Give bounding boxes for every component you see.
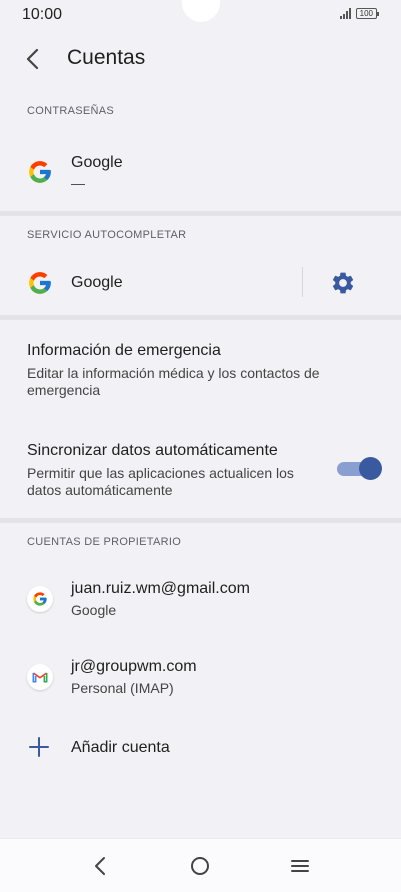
signal-icon bbox=[339, 8, 351, 19]
add-account-row[interactable]: Añadir cuenta bbox=[0, 722, 401, 772]
nav-back-icon bbox=[95, 857, 105, 875]
plus-icon bbox=[29, 737, 49, 757]
emergency-info-title: Información de emergencia bbox=[27, 342, 221, 359]
status-icons: 100 bbox=[339, 8, 380, 19]
section-divider bbox=[0, 518, 401, 523]
camera-notch bbox=[182, 0, 220, 22]
account-type: Google bbox=[71, 602, 117, 618]
nav-home-button[interactable] bbox=[187, 853, 213, 879]
account-email: juan.ruiz.wm@gmail.com bbox=[71, 580, 250, 597]
google-logo-icon bbox=[29, 161, 51, 183]
battery-level: 100 bbox=[359, 9, 373, 18]
gear-icon bbox=[332, 272, 354, 294]
autofill-provider-name: Google bbox=[71, 274, 123, 291]
google-account-icon bbox=[27, 586, 53, 612]
owner-accounts-section-header: CUENTAS DE PROPIETARIO bbox=[27, 536, 182, 548]
status-time: 10:00 bbox=[22, 6, 63, 23]
nav-home-icon bbox=[191, 857, 209, 875]
app-bar: Cuentas bbox=[0, 38, 401, 80]
passwords-provider-name: Google bbox=[71, 154, 123, 171]
account-type: Personal (IMAP) bbox=[71, 680, 174, 696]
autofill-provider-row[interactable]: Google bbox=[0, 256, 300, 310]
auto-sync-subtitle: Permitir que las aplicaciones actualicen… bbox=[27, 465, 294, 498]
gmail-account-icon bbox=[27, 664, 53, 690]
account-email: jr@groupwm.com bbox=[71, 658, 197, 675]
passwords-provider-sub: — bbox=[71, 175, 85, 191]
nav-menu-icon bbox=[291, 860, 309, 872]
nav-recents-button[interactable] bbox=[287, 853, 313, 879]
passwords-section-header: CONTRASEÑAS bbox=[27, 105, 115, 117]
page-title: Cuentas bbox=[67, 46, 146, 69]
passwords-provider-row[interactable]: Google — bbox=[0, 140, 401, 206]
nav-back-button[interactable] bbox=[88, 853, 114, 879]
battery-icon: 100 bbox=[355, 8, 380, 19]
emergency-info-row[interactable]: Información de emergencia Editar la info… bbox=[0, 330, 401, 410]
gmail-icon bbox=[32, 672, 48, 683]
vertical-separator bbox=[302, 267, 303, 297]
section-divider bbox=[0, 211, 401, 216]
toggle-thumb bbox=[359, 457, 382, 480]
autofill-section-header: SERVICIO AUTOCOMPLETAR bbox=[27, 229, 187, 241]
back-arrow-icon bbox=[26, 48, 39, 70]
system-nav-bar bbox=[0, 838, 401, 892]
google-logo-icon bbox=[29, 272, 51, 294]
emergency-info-subtitle: Editar la información médica y los conta… bbox=[27, 365, 320, 398]
auto-sync-toggle[interactable] bbox=[337, 457, 382, 480]
add-account-label: Añadir cuenta bbox=[71, 739, 170, 756]
account-item-imap[interactable]: jr@groupwm.com Personal (IMAP) bbox=[0, 648, 401, 710]
section-divider bbox=[0, 315, 401, 320]
status-bar: 10:00 100 bbox=[0, 0, 401, 30]
autofill-settings-button[interactable] bbox=[330, 270, 356, 296]
auto-sync-title: Sincronizar datos automáticamente bbox=[27, 442, 278, 459]
account-item-google[interactable]: juan.ruiz.wm@gmail.com Google bbox=[0, 568, 401, 630]
google-icon bbox=[33, 592, 47, 606]
back-button[interactable] bbox=[18, 44, 48, 74]
